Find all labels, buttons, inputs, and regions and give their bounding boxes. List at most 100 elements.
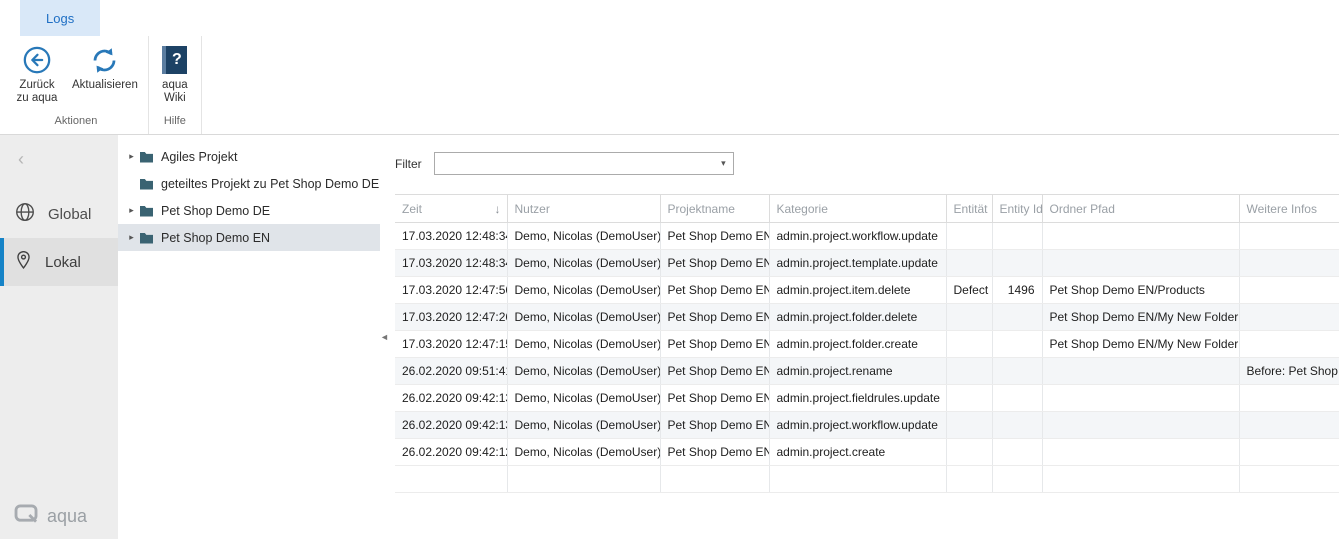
aqua-logo-text: aqua <box>47 506 87 527</box>
table-cell: admin.project.fieldrules.update <box>769 385 946 412</box>
expander-icon[interactable]: ▸ <box>124 205 139 216</box>
table-cell: Demo, Nicolas (DemoUser) <box>507 223 660 250</box>
filter-label: Filter <box>395 157 422 171</box>
question-mark-wiki-icon: ? <box>162 43 187 77</box>
table-cell: admin.project.workflow.update <box>769 223 946 250</box>
table-row[interactable]: 17.03.2020 12:48:34Demo, Nicolas (DemoUs… <box>395 223 1339 250</box>
table-row[interactable]: 17.03.2020 12:47:26Demo, Nicolas (DemoUs… <box>395 304 1339 331</box>
column-header[interactable]: Zeit ↓ <box>395 195 507 223</box>
table-row[interactable]: 17.03.2020 12:47:56Demo, Nicolas (DemoUs… <box>395 277 1339 304</box>
table-cell <box>1042 250 1239 277</box>
empty-row <box>395 466 1339 493</box>
aqua-wiki-button-label: aqua Wiki <box>159 79 191 105</box>
table-cell: Pet Shop Demo EN <box>660 277 769 304</box>
column-header-label: Projektname <box>668 202 735 216</box>
table-cell <box>992 358 1042 385</box>
tab-logs[interactable]: Logs <box>20 0 100 36</box>
table-cell: 17.03.2020 12:47:15 <box>395 331 507 358</box>
column-header-label: Ordner Pfad <box>1050 202 1115 216</box>
table-cell <box>1042 439 1239 466</box>
column-header[interactable]: Entität <box>946 195 992 223</box>
sort-descending-icon: ↓ <box>495 202 501 216</box>
table-cell <box>946 223 992 250</box>
table-cell: Pet Shop Demo EN/My New Folder <box>1042 331 1239 358</box>
table-row[interactable]: 26.02.2020 09:42:12Demo, Nicolas (DemoUs… <box>395 439 1339 466</box>
table-row[interactable]: 26.02.2020 09:42:13Demo, Nicolas (DemoUs… <box>395 412 1339 439</box>
table-cell <box>1239 277 1339 304</box>
tree-item[interactable]: ▸ Pet Shop Demo DE <box>118 197 380 224</box>
table-cell <box>946 250 992 277</box>
filter-combobox[interactable]: ▾ <box>434 152 734 175</box>
table-cell: 17.03.2020 12:48:34 <box>395 223 507 250</box>
table-cell: Pet Shop Demo EN <box>660 304 769 331</box>
column-header[interactable]: Nutzer <box>507 195 660 223</box>
tree-item[interactable]: geteiltes Projekt zu Pet Shop Demo DE <box>118 170 380 197</box>
ribbon-group-actions: Zurück zu aqua Aktualisieren Aktionen <box>4 36 149 134</box>
tree-item[interactable]: ▸ Pet Shop Demo EN <box>118 224 380 251</box>
column-header[interactable]: Entity Id <box>992 195 1042 223</box>
tree-item-label: geteiltes Projekt zu Pet Shop Demo DE <box>161 177 379 191</box>
aqua-wiki-button[interactable]: ? aqua Wiki <box>153 39 197 109</box>
refresh-button-label: Aktualisieren <box>72 79 138 92</box>
table-cell: admin.project.folder.delete <box>769 304 946 331</box>
empty-cell <box>507 466 660 493</box>
folder-icon <box>139 177 159 190</box>
column-header-label: Zeit <box>402 202 422 216</box>
table-cell: Pet Shop Demo EN <box>660 439 769 466</box>
sidebar-item-label: Lokal <box>45 254 81 271</box>
table-cell <box>1042 223 1239 250</box>
column-header[interactable]: Kategorie <box>769 195 946 223</box>
table-cell: 26.02.2020 09:42:13 <box>395 385 507 412</box>
folder-icon <box>139 204 159 217</box>
sidebar-item-global[interactable]: Global <box>0 190 118 238</box>
table-cell: 26.02.2020 09:51:41 <box>395 358 507 385</box>
table-cell: admin.project.workflow.update <box>769 412 946 439</box>
column-header[interactable]: Weitere Infos <box>1239 195 1339 223</box>
table-cell: Pet Shop Demo EN <box>660 250 769 277</box>
table-cell: admin.project.item.delete <box>769 277 946 304</box>
table-cell: Demo, Nicolas (DemoUser) <box>507 331 660 358</box>
expander-icon[interactable]: ▸ <box>124 232 139 243</box>
table-row[interactable]: 17.03.2020 12:48:34Demo, Nicolas (DemoUs… <box>395 250 1339 277</box>
table-cell: Pet Shop Demo EN/Products <box>1042 277 1239 304</box>
table-cell: Pet Shop Demo EN <box>660 331 769 358</box>
table-cell: 26.02.2020 09:42:13 <box>395 412 507 439</box>
table-cell <box>946 331 992 358</box>
refresh-button[interactable]: Aktualisieren <box>66 39 144 96</box>
table-row[interactable]: 26.02.2020 09:51:41Demo, Nicolas (DemoUs… <box>395 358 1339 385</box>
panel-splitter[interactable]: ◄ <box>380 135 389 539</box>
dropdown-arrow-icon[interactable]: ▾ <box>721 158 726 169</box>
globe-icon <box>14 201 36 227</box>
sidebar-item-lokal[interactable]: Lokal <box>0 238 118 286</box>
table-cell <box>1042 412 1239 439</box>
empty-cell <box>992 466 1042 493</box>
column-header[interactable]: Ordner Pfad <box>1042 195 1239 223</box>
sidebar-collapse-icon[interactable]: ‹ <box>18 149 38 170</box>
table-row[interactable]: 26.02.2020 09:42:13Demo, Nicolas (DemoUs… <box>395 385 1339 412</box>
table-cell: Pet Shop Demo EN/My New Folder <box>1042 304 1239 331</box>
column-header-label: Kategorie <box>777 202 828 216</box>
column-header[interactable]: Projektname <box>660 195 769 223</box>
table-cell: admin.project.rename <box>769 358 946 385</box>
back-to-aqua-button[interactable]: Zurück zu aqua <box>8 39 66 109</box>
expander-icon[interactable]: ▸ <box>124 151 139 162</box>
table-cell: Pet Shop Demo EN <box>660 223 769 250</box>
table-cell: 17.03.2020 12:47:26 <box>395 304 507 331</box>
aqua-logo-icon <box>14 504 39 529</box>
log-table: Zeit ↓ Nutzer Projektname Kategorie EntitätEn… <box>395 194 1339 493</box>
table-cell: Pet Shop Demo EN <box>660 385 769 412</box>
tree-item-label: Pet Shop Demo EN <box>161 231 270 245</box>
tree-item[interactable]: ▸Agiles Projekt <box>118 143 380 170</box>
tree-item-label: Pet Shop Demo DE <box>161 204 270 218</box>
table-cell <box>992 385 1042 412</box>
table-cell: Pet Shop Demo EN <box>660 358 769 385</box>
table-cell <box>946 358 992 385</box>
table-row[interactable]: 17.03.2020 12:47:15Demo, Nicolas (DemoUs… <box>395 331 1339 358</box>
table-cell: 17.03.2020 12:47:56 <box>395 277 507 304</box>
table-cell <box>1239 304 1339 331</box>
column-header-label: Weitere Infos <box>1247 202 1317 216</box>
project-tree: ▸Agiles Projekt geteiltes Projekt zu Pet … <box>118 135 380 539</box>
collapse-panel-icon[interactable]: ◄ <box>380 332 389 342</box>
table-cell <box>1239 412 1339 439</box>
table-cell: Before: Pet Shop <box>1239 358 1339 385</box>
